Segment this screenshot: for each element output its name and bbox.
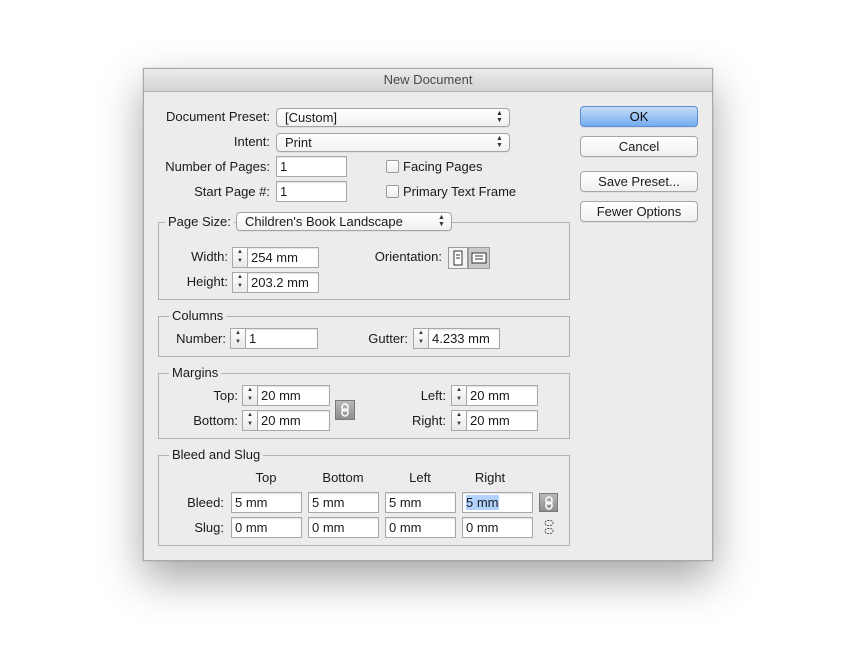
margin-right-label: Right: <box>412 413 446 428</box>
bleed-chain-link-icon[interactable] <box>539 493 558 512</box>
new-document-dialog: New Document Document Preset: [Custom] ▲… <box>143 68 713 561</box>
save-preset-button[interactable]: Save Preset... <box>580 171 698 192</box>
primary-text-frame-checkbox[interactable] <box>386 185 399 198</box>
popup-arrows-icon: ▲ ▼ <box>496 135 503 149</box>
bleed-slug-title: Bleed and Slug <box>169 447 264 463</box>
gutter-label: Gutter: <box>368 331 408 346</box>
start-page-label: Start Page #: <box>194 184 270 199</box>
page-size-popup[interactable]: Children's Book Landscape ▲ ▼ <box>236 212 452 231</box>
bleed-left-field[interactable]: 5 mm <box>385 492 456 513</box>
document-preset-label: Document Preset: <box>165 109 270 124</box>
document-preset-value: [Custom] <box>285 110 338 125</box>
height-stepper[interactable]: ▲ ▼ <box>232 272 247 293</box>
number-of-pages-label: Number of Pages: <box>165 159 270 174</box>
intent-label: Intent: <box>233 134 270 149</box>
columns-number-stepper[interactable]: ▲ ▼ <box>230 328 245 349</box>
width-stepper[interactable]: ▲ ▼ <box>232 247 247 268</box>
dialog-title: New Document <box>144 69 712 92</box>
intent-popup[interactable]: Print ▲ ▼ <box>276 133 510 152</box>
width-field[interactable]: 254 mm <box>247 247 319 268</box>
margin-left-label: Left: <box>420 388 446 403</box>
slug-broken-chain-icon[interactable] <box>542 520 556 534</box>
gutter-field[interactable]: 4.233 mm <box>428 328 500 349</box>
ok-button[interactable]: OK <box>580 106 698 127</box>
start-page-field[interactable]: 1 <box>276 181 347 202</box>
primary-text-frame-label: Primary Text Frame <box>403 184 517 199</box>
margin-left-field[interactable]: 20 mm <box>466 385 538 406</box>
landscape-orientation-icon[interactable] <box>468 247 490 269</box>
margin-bottom-label: Bottom: <box>193 413 238 428</box>
slug-left-field[interactable]: 0 mm <box>385 517 456 538</box>
popup-arrows-icon: ▲ ▼ <box>496 110 503 124</box>
margin-top-field[interactable]: 20 mm <box>257 385 330 406</box>
columns-number-field[interactable]: 1 <box>245 328 318 349</box>
slug-top-field[interactable]: 0 mm <box>231 517 302 538</box>
bleed-right-selected-text: 5 mm <box>466 495 499 510</box>
slug-label: Slug: <box>194 520 224 535</box>
margin-top-stepper[interactable]: ▲ ▼ <box>242 385 257 406</box>
bleed-top-field[interactable]: 5 mm <box>231 492 302 513</box>
fewer-options-button[interactable]: Fewer Options <box>580 201 698 222</box>
margin-right-stepper[interactable]: ▲ ▼ <box>451 410 466 431</box>
page-size-value: Children's Book Landscape <box>245 214 403 229</box>
bleed-bottom-field[interactable]: 5 mm <box>308 492 379 513</box>
bleed-header-right: Right <box>474 470 506 485</box>
bleed-header-left: Left <box>409 470 431 485</box>
margins-title: Margins <box>169 365 222 381</box>
bleed-header-top: Top <box>255 470 277 485</box>
orientation-label: Orientation: <box>374 249 442 264</box>
margin-top-label: Top: <box>213 388 238 403</box>
cancel-button[interactable]: Cancel <box>580 136 698 157</box>
slug-right-field[interactable]: 0 mm <box>462 517 533 538</box>
page-size-label: Page Size: <box>165 214 234 230</box>
popup-arrows-icon: ▲ ▼ <box>438 214 445 228</box>
columns-number-label: Number: <box>176 331 226 346</box>
columns-title: Columns <box>169 308 227 324</box>
number-of-pages-field[interactable]: 1 <box>276 156 347 177</box>
width-label: Width: <box>191 249 228 264</box>
margin-right-field[interactable]: 20 mm <box>466 410 538 431</box>
portrait-orientation-icon[interactable] <box>448 247 468 269</box>
margin-bottom-stepper[interactable]: ▲ ▼ <box>242 410 257 431</box>
bleed-header-bottom: Bottom <box>322 470 364 485</box>
slug-bottom-field[interactable]: 0 mm <box>308 517 379 538</box>
margins-chain-link-icon[interactable] <box>335 400 355 420</box>
intent-value: Print <box>285 135 312 150</box>
gutter-stepper[interactable]: ▲ ▼ <box>413 328 428 349</box>
facing-pages-checkbox[interactable] <box>386 160 399 173</box>
facing-pages-label: Facing Pages <box>403 159 483 174</box>
document-preset-popup[interactable]: [Custom] ▲ ▼ <box>276 108 510 127</box>
bleed-right-field[interactable]: 5 mm <box>462 492 533 513</box>
bleed-label: Bleed: <box>187 495 224 510</box>
margin-left-stepper[interactable]: ▲ ▼ <box>451 385 466 406</box>
height-label: Height: <box>186 274 228 289</box>
height-field[interactable]: 203.2 mm <box>247 272 319 293</box>
margin-bottom-field[interactable]: 20 mm <box>257 410 330 431</box>
